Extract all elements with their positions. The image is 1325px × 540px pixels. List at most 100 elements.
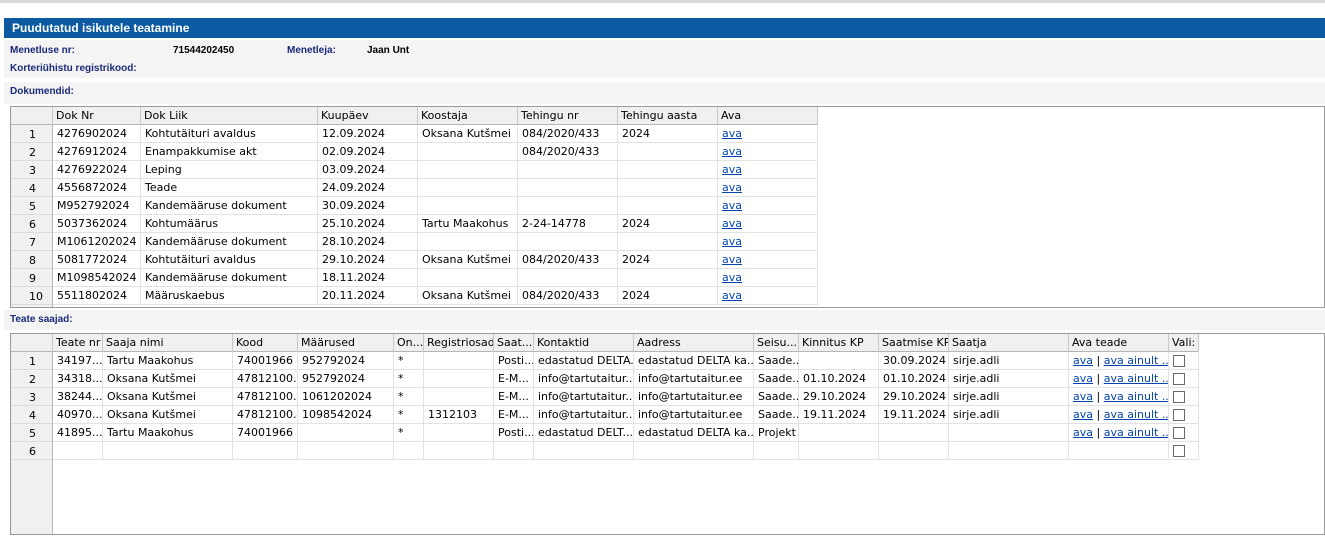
table-row[interactable]: 4276902024 Kohtutäituri avaldus 12.09.2024… <box>53 125 818 143</box>
column-header-ava[interactable]: Ava <box>718 107 818 125</box>
open-notice-link[interactable]: ava <box>1073 408 1093 421</box>
column-header-on[interactable]: On... <box>394 334 424 352</box>
cell-saat: E-M... <box>494 370 534 388</box>
column-header-maarused[interactable]: Määrused <box>298 334 394 352</box>
select-checkbox[interactable] <box>1173 355 1185 367</box>
table-row[interactable]: M1098542024 Kandemääruse dokument 18.11.20… <box>53 269 818 287</box>
column-header-saat[interactable]: Saat... <box>494 334 534 352</box>
menetluse-value: 71544202450 <box>173 45 235 56</box>
open-only-link[interactable]: ava ainult ... <box>1104 372 1168 385</box>
table-row[interactable]: 40970... Oksana Kutšmei 47812100... 1098542… <box>53 406 1199 424</box>
link-separator: | <box>1096 372 1101 385</box>
open-notice-link[interactable]: ava <box>1073 390 1093 403</box>
cell-dok: 4556872024 <box>53 179 141 197</box>
table-row[interactable]: 41895... Tartu Maakohus 74001966 * Posti... e… <box>53 424 1199 442</box>
select-checkbox[interactable] <box>1173 427 1185 439</box>
open-link[interactable]: ava <box>722 163 742 176</box>
row-number[interactable]: 4 <box>11 406 52 424</box>
cell-saatja: sirje.adli <box>949 352 1069 370</box>
row-number[interactable]: 2 <box>11 143 52 161</box>
table-row[interactable]: 4556872024 Teade 24.09.2024 ava <box>53 179 818 197</box>
cell-liik: Kandemääruse dokument <box>141 269 318 287</box>
row-number[interactable]: 6 <box>11 442 52 460</box>
recipients-grid: Teate nr Saaja nimi Kood Määrused On... Regis… <box>10 333 1325 535</box>
table-row[interactable]: 5511802024 Määruskaebus 20.11.2024 Oksana K… <box>53 287 818 305</box>
row-number[interactable]: 5 <box>11 424 52 442</box>
column-header-kontakt[interactable]: Kontaktid <box>534 334 634 352</box>
cell-kontakt: info@tartutaitur... <box>534 388 634 406</box>
row-number[interactable]: 4 <box>11 179 52 197</box>
table-row[interactable]: M1061202024 Kandemääruse dokument 28.10.20… <box>53 233 818 251</box>
table-row[interactable] <box>53 442 1199 460</box>
select-checkbox[interactable] <box>1173 391 1185 403</box>
table-row[interactable]: 5081772024 Kohtutäituri avaldus 29.10.2024… <box>53 251 818 269</box>
table-row[interactable]: 38244... Oksana Kutšmei 47812100... 1061202… <box>53 388 1199 406</box>
open-link[interactable]: ava <box>722 199 742 212</box>
open-only-link[interactable]: ava ainult ... <box>1104 354 1168 367</box>
open-notice-link[interactable]: ava <box>1073 372 1093 385</box>
row-number[interactable]: 3 <box>11 388 52 406</box>
cell-nimi: Oksana Kutšmei <box>103 370 233 388</box>
cell-kood: 74001966 <box>233 424 298 442</box>
row-number[interactable]: 9 <box>11 269 52 287</box>
open-notice-link[interactable]: ava <box>1073 354 1093 367</box>
column-header-aadress[interactable]: Aadress <box>634 334 754 352</box>
table-row[interactable]: 4276912024 Enampakkumise akt 02.09.2024 084… <box>53 143 818 161</box>
row-number[interactable]: 2 <box>11 370 52 388</box>
table-row[interactable]: 34197... Tartu Maakohus 74001966 952792024 *… <box>53 352 1199 370</box>
cell-nimi: Oksana Kutšmei <box>103 388 233 406</box>
column-header-saatja[interactable]: Saatja <box>949 334 1069 352</box>
table-row[interactable]: 5037362024 Kohtumäärus 25.10.2024 Tartu Maa… <box>53 215 818 233</box>
table-row[interactable]: M952792024 Kandemääruse dokument 30.09.202… <box>53 197 818 215</box>
column-header-kood[interactable]: Kood <box>233 334 298 352</box>
open-link[interactable]: ava <box>722 145 742 158</box>
row-number[interactable]: 10 <box>11 287 52 305</box>
open-link[interactable]: ava <box>722 271 742 284</box>
row-number[interactable]: 7 <box>11 233 52 251</box>
select-checkbox[interactable] <box>1173 445 1185 457</box>
open-link[interactable]: ava <box>722 235 742 248</box>
column-header-seisu[interactable]: Seisu... <box>754 334 799 352</box>
open-link[interactable]: ava <box>722 217 742 230</box>
row-number[interactable]: 1 <box>11 125 52 143</box>
documents-header-band <box>4 82 1325 104</box>
column-header-dok[interactable]: Dok Nr <box>53 107 141 125</box>
cell-nimi <box>103 442 233 460</box>
open-notice-link[interactable]: ava <box>1073 426 1093 439</box>
select-checkbox[interactable] <box>1173 409 1185 421</box>
table-row[interactable]: 34318... Oksana Kutšmei 47812100... 9527920… <box>53 370 1199 388</box>
column-header-vali[interactable]: Vali: <box>1169 334 1199 352</box>
column-header-aasta[interactable]: Tehingu aasta <box>618 107 718 125</box>
select-checkbox[interactable] <box>1173 373 1185 385</box>
cell-dok: 5511802024 <box>53 287 141 305</box>
column-header-reg[interactable]: Registriosad <box>424 334 494 352</box>
cell-vali <box>1169 370 1199 388</box>
open-only-link[interactable]: ava ainult ... <box>1104 426 1168 439</box>
cell-kp: 02.09.2024 <box>318 143 418 161</box>
column-header-saatmine[interactable]: Saatmise KP <box>879 334 949 352</box>
open-link[interactable]: ava <box>722 253 742 266</box>
cell-kinnitus: 01.10.2024 <box>799 370 879 388</box>
cell-ava: ava <box>718 233 818 251</box>
open-link[interactable]: ava <box>722 127 742 140</box>
column-header-koostaja[interactable]: Koostaja <box>418 107 518 125</box>
cell-kinnitus <box>799 442 879 460</box>
column-header-nimi[interactable]: Saaja nimi <box>103 334 233 352</box>
row-number-column: 123456 <box>11 352 53 534</box>
row-number[interactable]: 3 <box>11 161 52 179</box>
column-header-ava[interactable]: Ava teade <box>1069 334 1169 352</box>
open-link[interactable]: ava <box>722 181 742 194</box>
column-header-liik[interactable]: Dok Liik <box>141 107 318 125</box>
row-number[interactable]: 6 <box>11 215 52 233</box>
row-number[interactable]: 5 <box>11 197 52 215</box>
column-header-nr[interactable]: Teate nr <box>53 334 103 352</box>
open-link[interactable]: ava <box>722 289 742 302</box>
open-only-link[interactable]: ava ainult ... <box>1104 408 1168 421</box>
column-header-kp[interactable]: Kuupäev <box>318 107 418 125</box>
column-header-kinnitus[interactable]: Kinnitus KP <box>799 334 879 352</box>
open-only-link[interactable]: ava ainult ... <box>1104 390 1168 403</box>
row-number[interactable]: 1 <box>11 352 52 370</box>
column-header-tehing[interactable]: Tehingu nr <box>518 107 618 125</box>
row-number[interactable]: 8 <box>11 251 52 269</box>
table-row[interactable]: 4276922024 Leping 03.09.2024 ava <box>53 161 818 179</box>
